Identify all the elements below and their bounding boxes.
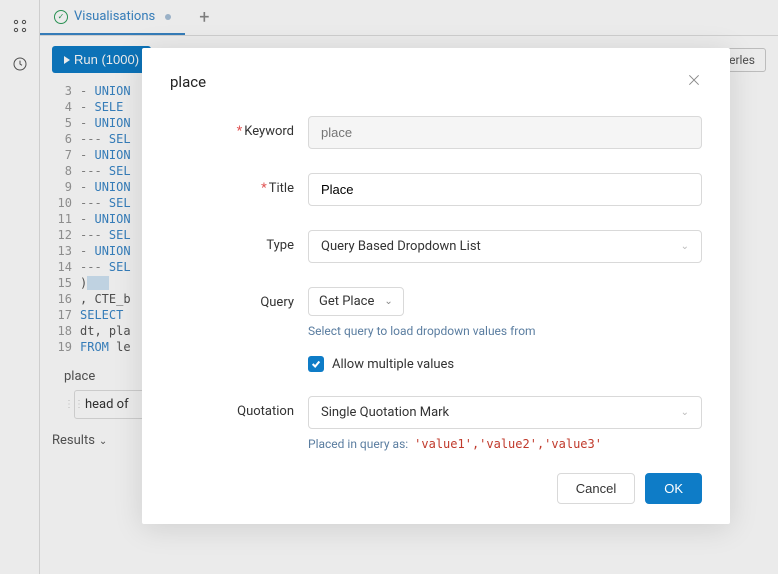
- query-select[interactable]: Get Place ⌄: [308, 287, 404, 316]
- label-quotation: Quotation: [170, 396, 308, 419]
- label-type: Type: [170, 230, 308, 253]
- modal-title: place: [170, 73, 206, 91]
- type-value: Query Based Dropdown List: [321, 239, 481, 254]
- chevron-down-icon: ⌄: [681, 241, 689, 252]
- quotation-value: Single Quotation Mark: [321, 405, 449, 420]
- allow-multiple-checkbox[interactable]: [308, 356, 324, 372]
- checkmark-icon: [311, 359, 321, 369]
- cancel-button[interactable]: Cancel: [557, 473, 635, 504]
- allow-multiple-label: Allow multiple values: [332, 357, 454, 372]
- parameter-modal: place *Keyword *Title Type Query Based D…: [142, 48, 730, 524]
- close-icon: [686, 72, 702, 88]
- query-hint: Select query to load dropdown values fro…: [308, 324, 702, 338]
- title-input[interactable]: [308, 173, 702, 206]
- label-keyword: *Keyword: [170, 116, 308, 139]
- example-text: Placed in query as: 'value1','value2','v…: [308, 437, 702, 451]
- label-query: Query: [170, 287, 308, 310]
- keyword-input: [308, 116, 702, 149]
- type-select[interactable]: Query Based Dropdown List ⌄: [308, 230, 702, 263]
- close-button[interactable]: [686, 72, 702, 92]
- quotation-select[interactable]: Single Quotation Mark ⌄: [308, 396, 702, 429]
- label-title: *Title: [170, 173, 308, 196]
- ok-button[interactable]: OK: [645, 473, 702, 504]
- chevron-down-icon: ⌄: [384, 296, 392, 307]
- chevron-down-icon: ⌄: [681, 407, 689, 418]
- query-value: Get Place: [319, 294, 374, 309]
